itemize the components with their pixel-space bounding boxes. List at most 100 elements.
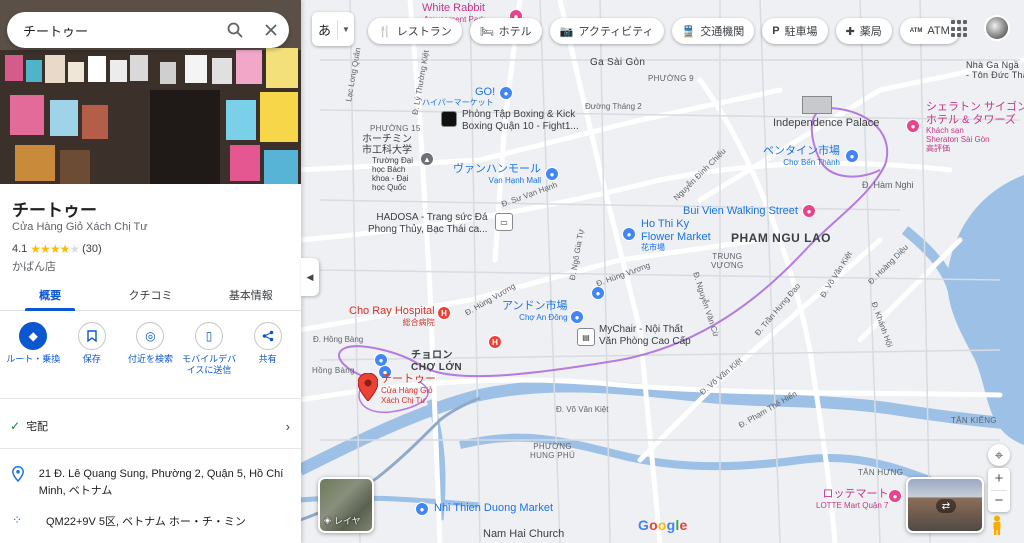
furniture-shop-icon[interactable]: ▤ — [577, 328, 595, 346]
poi-ho-thi-ky-sub: 花市場 — [641, 243, 665, 252]
poi-name: ロッテマート — [822, 488, 889, 500]
tab-reviews[interactable]: クチコミ — [100, 281, 200, 310]
shopping-bag-icon[interactable]: ● — [545, 167, 559, 181]
atm-icon: ATM — [909, 28, 923, 34]
poi-hadosa[interactable]: HADOSA - Trang sức Đá Phong Thủy, Bạc Th… — [368, 212, 488, 236]
poi-name: White Rabbit — [422, 2, 485, 14]
poi-ben-thanh[interactable]: ベンタイン市場 Chợ Bến Thành — [763, 145, 840, 168]
chip-pharmacy[interactable]: ✚ 薬局 — [835, 18, 892, 44]
search-input[interactable]: チートゥー — [23, 21, 217, 40]
palace-icon[interactable] — [802, 96, 832, 114]
poi-van-hanh[interactable]: ヴァンハンモール Vạn Hạnh Mall — [453, 163, 541, 186]
chip-label: 交通機関 — [700, 26, 745, 38]
directions-button[interactable]: ◆ ルート・乗換 — [6, 322, 60, 376]
area-label-phuong9: PHƯỜNG 9 — [648, 74, 694, 83]
check-icon: ✓ — [10, 419, 21, 433]
flower-market-icon[interactable]: ● — [622, 227, 636, 241]
poi-nam-hai[interactable]: Nam Hai Church — [483, 528, 564, 541]
area-label-trung-vuong: TRUNG VƯƠNG — [711, 252, 744, 271]
zoom-in-button[interactable]: + — [995, 468, 1004, 490]
save-button[interactable]: 保存 — [65, 322, 119, 376]
hotel-icon: 🛏 — [479, 25, 494, 38]
hospital-icon-2[interactable]: H — [488, 335, 502, 349]
shopping-cart-icon[interactable]: ● — [499, 86, 513, 100]
delivery-label: 宅配 — [26, 421, 49, 433]
account-avatar[interactable] — [984, 15, 1010, 41]
send-to-phone-label: モバイルデバイスに送信 — [182, 354, 237, 375]
share-button[interactable]: 共有 — [241, 322, 295, 376]
shop-icon[interactable]: ▭ — [495, 213, 513, 231]
street-view-preview[interactable]: ⇄ — [906, 477, 984, 533]
chip-label: ホテル — [498, 26, 532, 38]
chip-activity[interactable]: 📷 アクティビティ — [549, 18, 664, 44]
plus-code-row[interactable]: ⁘ QM22+9V 5区, ベトナム ホー・チ・ミン — [12, 513, 292, 529]
chip-hotel[interactable]: 🛏 ホテル — [469, 18, 542, 44]
input-method-toggle[interactable]: あ ▼ — [312, 12, 354, 46]
chip-label: レストラン — [396, 26, 452, 38]
layers-button[interactable]: ◈ レイヤ — [318, 477, 374, 533]
place-category[interactable]: かばん店 — [12, 258, 56, 274]
tab-overview[interactable]: 概要 — [0, 281, 100, 311]
gym-icon[interactable] — [441, 111, 457, 127]
poi-target[interactable]: チートゥー Cửa Hàng Giỏ Xách Chị Tư — [381, 373, 436, 406]
chip-restaurant[interactable]: 🍴 レストラン — [368, 18, 462, 44]
mall-pin-icon[interactable]: ● — [888, 489, 902, 503]
camera-icon: 📷 — [559, 25, 574, 38]
apps-grid-icon[interactable] — [951, 20, 969, 38]
poi-an-dong[interactable]: アンドン市場 Chợ An Đông — [502, 300, 568, 323]
chip-parking[interactable]: P 駐車場 — [762, 18, 828, 44]
poi-mychair[interactable]: MyChair - Nội Thất Văn Phòng Cao Cấp — [599, 324, 691, 348]
close-icon[interactable] — [253, 12, 289, 48]
market-pin-icon-3[interactable]: ● — [415, 502, 429, 516]
poi-sheraton-sub: Khách sạn Sheraton Sài Gòn 高評価 — [926, 126, 990, 153]
poi-independence[interactable]: Independence Palace — [773, 117, 879, 130]
review-count[interactable]: (30) — [82, 243, 102, 255]
delivery-row[interactable]: ✓ 宅配 › — [10, 418, 290, 434]
poi-cho-ray[interactable]: Cho Ray Hospital 総合病院 — [349, 305, 435, 328]
poi-phong-tap[interactable]: Phòng Tập Boxing & Kick Boxing Quận 10 -… — [462, 109, 579, 133]
poi-hcmus[interactable]: ホーチミン 市工科大学 — [362, 134, 412, 156]
chip-transit[interactable]: 🚆 交通機関 — [671, 18, 755, 44]
address-row[interactable]: 21 Đ. Lê Quang Sung, Phường 2, Quận 5, H… — [12, 466, 292, 500]
poi-lotte[interactable]: ロッテマート LOTTE Mart Quận 7 — [816, 488, 888, 511]
selected-place-marker-icon[interactable] — [358, 373, 378, 401]
layers-icon: ◈ — [324, 515, 331, 525]
street-label-vo-van-kiet-2: Đ. Võ Văn Kiệt — [556, 405, 609, 414]
hotel-pin-icon[interactable]: ● — [906, 119, 920, 133]
poi-name: アンドン市場 — [502, 300, 568, 312]
send-to-phone-icon: ▯ — [195, 322, 224, 350]
poi-sub: Vạn Hạnh Mall — [488, 176, 541, 185]
market-icon[interactable]: ● — [845, 149, 859, 163]
chevron-right-icon: › — [285, 418, 290, 434]
bookmark-icon — [77, 322, 106, 350]
street-label-thang-2: Đường Tháng 2 — [585, 102, 642, 111]
nearby-button[interactable]: ◎ 付近を検索 — [123, 322, 177, 376]
place-title: チートゥー — [12, 201, 97, 220]
poi-sheraton[interactable]: シェラトン サイゴン ホテル & タワーズ — [926, 101, 1024, 127]
poi-name: ヴァンハンモール — [453, 163, 541, 175]
my-location-button[interactable]: ⌖ — [988, 444, 1010, 466]
area-label-nha-ga: Nhà Ga Ngầ - Tôn Đức Thắ — [966, 60, 1024, 81]
zoom-controls: + − — [988, 468, 1010, 512]
camera-pin-icon[interactable]: ● — [802, 204, 816, 218]
search-box[interactable]: チートゥー — [7, 12, 289, 48]
poi-bui-vien[interactable]: Bui Vien Walking Street — [683, 205, 798, 218]
school-icon[interactable]: ▲ — [420, 152, 434, 166]
collapse-panel-button[interactable]: ◀ — [301, 258, 319, 296]
area-label-tan-kieng: TÂN KIỂNG — [951, 416, 997, 425]
hospital-icon[interactable]: H — [437, 306, 451, 320]
zoom-out-button[interactable]: − — [991, 490, 1007, 512]
layers-label: レイヤ — [333, 516, 361, 526]
location-pin-icon — [12, 466, 39, 500]
search-icon[interactable] — [217, 12, 253, 48]
address-text: 21 Đ. Lê Quang Sung, Phường 2, Quận 5, H… — [38, 468, 284, 497]
market-pin-icon[interactable]: ● — [591, 286, 605, 300]
area-label-ga-saigon: Ga Sài Gòn — [590, 57, 646, 68]
place-rating[interactable]: 4.1 ★★★★★ (30) — [12, 242, 102, 256]
tab-about[interactable]: 基本情報 — [201, 281, 301, 310]
poi-nhi-thien[interactable]: Nhi Thien Duong Market — [434, 502, 553, 515]
send-to-phone-button[interactable]: ▯ モバイルデバイスに送信 — [182, 322, 236, 376]
share-icon — [253, 322, 282, 350]
pegman-icon[interactable] — [990, 515, 1004, 535]
poi-name: ベンタイン市場 — [763, 145, 840, 157]
